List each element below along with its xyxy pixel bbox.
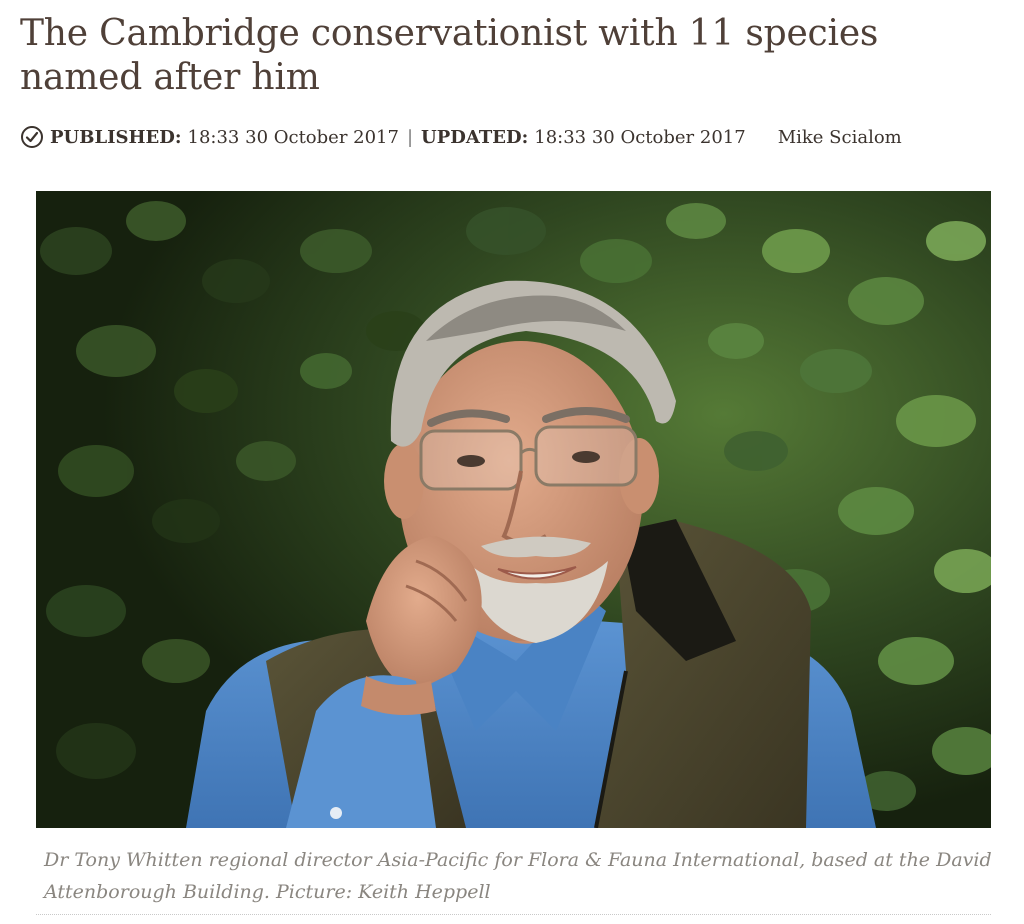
photo-caption: Dr Tony Whitten regional director Asia-P… (44, 849, 992, 903)
photo-illustration (36, 191, 991, 828)
article-photo[interactable] (36, 191, 991, 828)
caption-divider (36, 914, 991, 915)
article-headline: The Cambridge conservationist with 11 sp… (20, 13, 879, 98)
author-byline[interactable]: Mike Scialom (778, 127, 902, 148)
published-label: PUBLISHED: (50, 126, 182, 148)
article: The Cambridge conservationist with 11 sp… (0, 0, 1024, 924)
clock-icon (20, 125, 44, 149)
published-time: 18:33 30 October 2017 (187, 126, 399, 148)
meta-separator: | (406, 126, 414, 148)
article-meta: PUBLISHED: 18:33 30 October 2017 | UPDAT… (20, 124, 902, 150)
updated-time: 18:33 30 October 2017 (534, 126, 746, 148)
updated-label: UPDATED: (421, 126, 529, 148)
